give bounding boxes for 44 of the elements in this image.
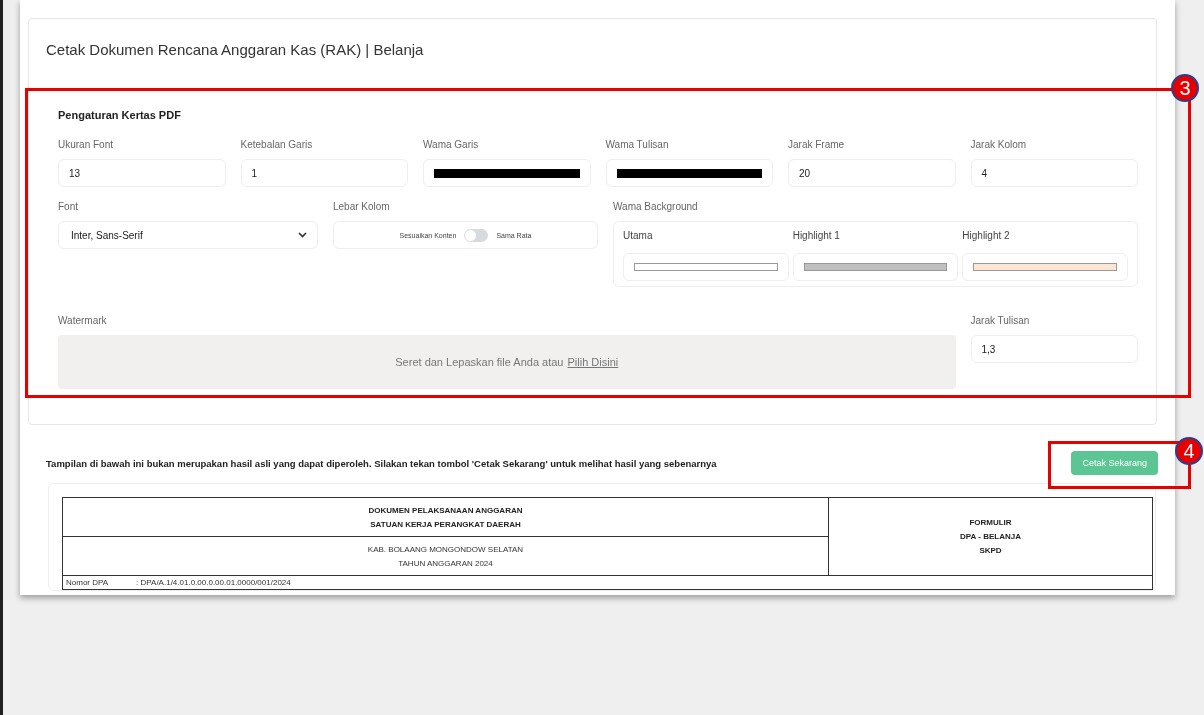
- field-label: Wama Garis: [423, 139, 480, 150]
- annotation-badge: 4: [1175, 437, 1203, 465]
- header-text: KAB. BOLAANG MONGONDOW SELATAN: [367, 544, 524, 554]
- header-text: TAHUN ANGGARAN 2024: [398, 558, 493, 568]
- color-field[interactable]: [623, 253, 789, 281]
- field-label: Jarak Tulisan: [970, 315, 1031, 326]
- input-field[interactable]: 4: [970, 159, 1138, 187]
- choose-file-link[interactable]: Pilih Disini: [567, 356, 619, 368]
- color-field[interactable]: [605, 159, 773, 187]
- field-label: Ketebalan Garis: [240, 139, 314, 150]
- header-text: SATUAN KERJA PERANGKAT DAERAH: [370, 519, 521, 529]
- field-label: Jarak Frame: [788, 139, 846, 150]
- form-text: FORMULIR: [969, 518, 1012, 527]
- field-label: Highlight 1: [792, 230, 841, 241]
- info-label: Nomor DPA: [66, 578, 109, 587]
- notice-text: Tampilan di bawah ini bukan merupakan hasil asli yang dapat diperoleh. Silakan tekan tombol 'Cetak Sekarang' untuk melihat hasil yang sebenarnya: [46, 457, 717, 469]
- section-title: Pengaturan Kertas PDF: [58, 109, 182, 121]
- input-field[interactable]: 20: [788, 159, 956, 187]
- field-label: Ukuran Font: [58, 139, 115, 150]
- field-label: Wama Tulisan: [605, 139, 670, 150]
- field-label: Lebar Kolom: [333, 201, 391, 212]
- page-title: Cetak Dokumen Rencana Anggaran Kas (RAK) | Belanja: [45, 40, 425, 60]
- form-text: SKPD: [979, 546, 1002, 555]
- chevron-down-icon: [298, 232, 307, 238]
- input-field[interactable]: 1: [240, 159, 408, 187]
- color-field[interactable]: [423, 159, 591, 187]
- field-label: Font: [58, 201, 79, 212]
- annotation-badge: 3: [1171, 74, 1199, 102]
- header-text: DOKUMEN PELAKSANAAN ANGGARAN: [368, 505, 523, 515]
- field-label: Watermark: [58, 315, 108, 326]
- form-text: DPA - BELANJA: [960, 532, 1021, 541]
- field-label: Highlight 2: [962, 230, 1011, 241]
- input-field[interactable]: 13: [58, 159, 226, 187]
- input-field[interactable]: 1,3: [970, 335, 1138, 363]
- info-value: : DPA/A.1/4.01.0.00.0.00.01.0000/001/2024: [136, 578, 291, 587]
- field-label: Utama: [623, 230, 654, 241]
- color-field[interactable]: [962, 253, 1128, 281]
- drop-hint: Seret dan Lepaskan file Anda atau: [395, 356, 564, 368]
- font-dropdown[interactable]: Inter, Sans-Serif: [58, 221, 318, 249]
- field-label: Wama Background: [613, 201, 699, 212]
- file-drop-zone[interactable]: Seret dan Lepaskan file Anda atau Pilih Disini: [58, 335, 956, 389]
- color-field[interactable]: [792, 253, 959, 281]
- field-label: Jarak Kolom: [970, 139, 1028, 150]
- toggle-switch[interactable]: [464, 228, 489, 242]
